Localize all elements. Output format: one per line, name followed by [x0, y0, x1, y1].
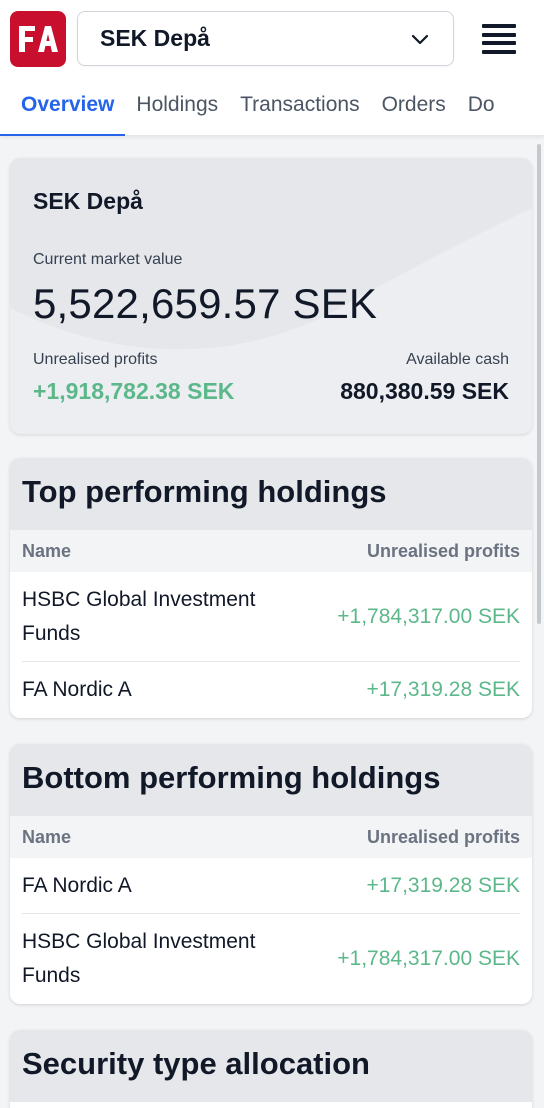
portfolio-selector[interactable]: SEK Depå — [77, 11, 454, 66]
column-profit-header: Unrealised profits — [366, 540, 520, 561]
hamburger-menu-icon[interactable] — [480, 22, 518, 56]
holding-profit: +17,319.28 SEK — [366, 678, 520, 701]
scrollbar[interactable] — [537, 144, 541, 624]
holding-name: HSBC Global Investment Funds — [22, 587, 256, 645]
holding-profit: +1,784,317.00 SEK — [337, 947, 520, 970]
allocation-card: Security type allocation — [10, 1030, 532, 1108]
available-cash-label: Available cash — [406, 351, 509, 368]
tab-overview[interactable]: Overview — [0, 80, 126, 136]
column-name-header: Name — [22, 826, 72, 847]
bottom-holdings-column-header: Name Unrealised profits — [10, 816, 532, 858]
tab-orders[interactable]: Orders — [371, 80, 457, 136]
fa-logo-icon — [19, 26, 58, 52]
portfolio-summary-card: SEK Depå Current market value 5,522,659.… — [10, 158, 532, 434]
tab-documents[interactable]: Do — [457, 80, 506, 136]
top-holdings-title: Top performing holdings — [10, 458, 532, 530]
portfolio-selector-label: SEK Depå — [100, 25, 210, 51]
summary-title: SEK Depå — [33, 188, 143, 214]
holding-profit: +1,784,317.00 SEK — [337, 604, 520, 628]
holding-name: FA Nordic A — [22, 873, 132, 897]
column-name-header: Name — [22, 540, 72, 561]
bottom-holdings-title: Bottom performing holdings — [10, 744, 532, 816]
holding-profit: +17,319.28 SEK — [366, 873, 520, 897]
market-value: 5,522,659.57 SEK — [33, 280, 378, 327]
bottom-holdings-card: Bottom performing holdings Name Unrealis… — [10, 744, 532, 1004]
fa-logo[interactable] — [10, 11, 66, 67]
table-row[interactable]: HSBC Global Investment Funds +1,784,317.… — [22, 914, 520, 1004]
table-row[interactable]: HSBC Global Investment Funds +1,784,317.… — [22, 572, 520, 662]
table-row[interactable]: FA Nordic A +17,319.28 SEK — [22, 662, 520, 718]
unrealised-profits-label: Unrealised profits — [33, 351, 158, 368]
column-profit-header: Unrealised profits — [366, 826, 520, 847]
tab-bar: Overview Holdings Transactions Orders Do — [0, 80, 544, 136]
holding-name: HSBC Global Investment Funds — [22, 930, 256, 987]
top-holdings-card: Top performing holdings Name Unrealised … — [10, 458, 532, 718]
holding-name: FA Nordic A — [22, 678, 132, 701]
available-cash-value: 880,380.59 SEK — [340, 378, 509, 404]
tab-holdings[interactable]: Holdings — [125, 80, 229, 136]
app-header: SEK Depå Overview Holdings Transactions … — [0, 0, 544, 136]
unrealised-profits-value: +1,918,782.38 SEK — [33, 378, 235, 404]
chevron-down-icon — [411, 34, 429, 44]
top-holdings-column-header: Name Unrealised profits — [10, 530, 532, 572]
market-value-label: Current market value — [33, 251, 183, 268]
table-row[interactable]: FA Nordic A +17,319.28 SEK — [22, 858, 520, 914]
tab-transactions[interactable]: Transactions — [229, 80, 370, 136]
allocation-title: Security type allocation — [10, 1030, 532, 1102]
